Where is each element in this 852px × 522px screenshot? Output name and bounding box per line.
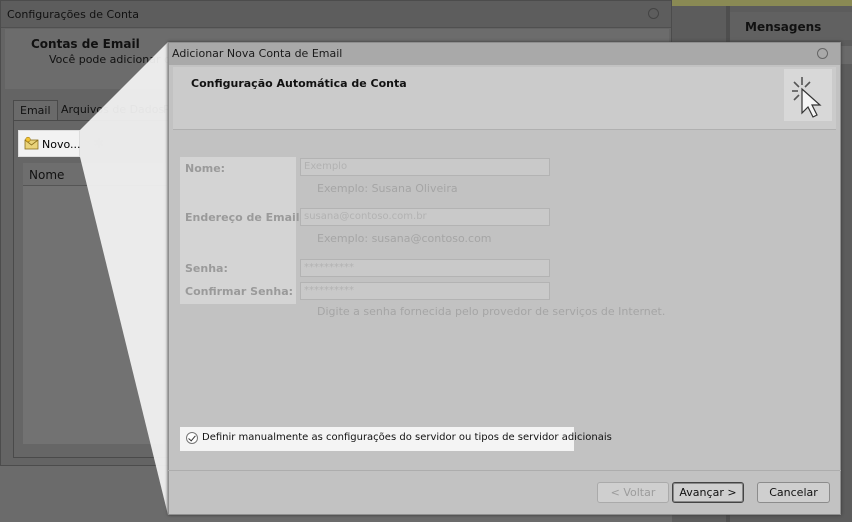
accounts-list[interactable] xyxy=(23,186,171,444)
tab-data-files[interactable]: Arquivos de Dados xyxy=(55,100,170,120)
messages-pane-title: Mensagens xyxy=(745,20,822,34)
password-hint: Digite a senha fornecida pelo provedor d… xyxy=(317,305,666,318)
new-account-button[interactable]: Novo... xyxy=(18,130,81,157)
email-accounts-subtitle: Você pode adicionar ou r xyxy=(49,53,186,66)
account-settings-title: Configurações de Conta xyxy=(7,8,139,21)
dialog-header: Configuração Automática de Conta xyxy=(173,67,836,130)
next-button[interactable]: Avançar > xyxy=(672,482,744,503)
messages-pane-header: Mensagens xyxy=(730,12,852,40)
name-label: Nome: xyxy=(185,162,226,175)
confirm-password-input[interactable]: ********** xyxy=(300,282,550,300)
manual-config-checkbox[interactable] xyxy=(186,432,198,444)
column-header-name-label: Nome xyxy=(29,168,65,182)
footer-divider xyxy=(168,470,841,471)
password-label: Senha: xyxy=(185,262,228,275)
email-accounts-title: Contas de Email xyxy=(31,37,140,51)
tab-email[interactable]: Email xyxy=(13,100,58,121)
repair-icon[interactable]: ✱ xyxy=(93,136,109,152)
name-input[interactable]: Exemplo xyxy=(300,158,550,176)
field-labels-highlight xyxy=(180,157,296,304)
close-icon[interactable] xyxy=(648,8,659,19)
dialog-title: Adicionar Nova Conta de Email xyxy=(172,47,343,60)
cursor-click-icon xyxy=(784,69,832,121)
email-hint: Exemplo: susana@contoso.com xyxy=(317,232,492,245)
dialog-titlebar[interactable]: Adicionar Nova Conta de Email xyxy=(169,43,840,65)
email-input[interactable]: susana@contoso.com.br xyxy=(300,208,550,226)
new-mail-icon xyxy=(24,136,39,150)
manual-config-label: Definir manualmente as configurações do … xyxy=(202,432,612,443)
auto-setup-title: Configuração Automática de Conta xyxy=(191,77,407,90)
password-input[interactable]: ********** xyxy=(300,259,550,277)
column-header-name[interactable]: Nome xyxy=(23,163,171,186)
cancel-button[interactable]: Cancelar xyxy=(757,482,830,503)
name-hint: Exemplo: Susana Oliveira xyxy=(317,182,458,195)
close-icon[interactable] xyxy=(817,48,828,59)
back-button[interactable]: < Voltar xyxy=(597,482,669,503)
top-accent-line xyxy=(672,0,852,6)
confirm-password-label: Confirmar Senha: xyxy=(185,285,294,298)
new-account-label: Novo... xyxy=(42,138,81,151)
manual-config-option[interactable]: Definir manualmente as configurações do … xyxy=(180,427,612,451)
account-settings-titlebar[interactable]: Configurações de Conta xyxy=(1,1,671,28)
email-label: Endereço de Email: xyxy=(185,211,304,224)
